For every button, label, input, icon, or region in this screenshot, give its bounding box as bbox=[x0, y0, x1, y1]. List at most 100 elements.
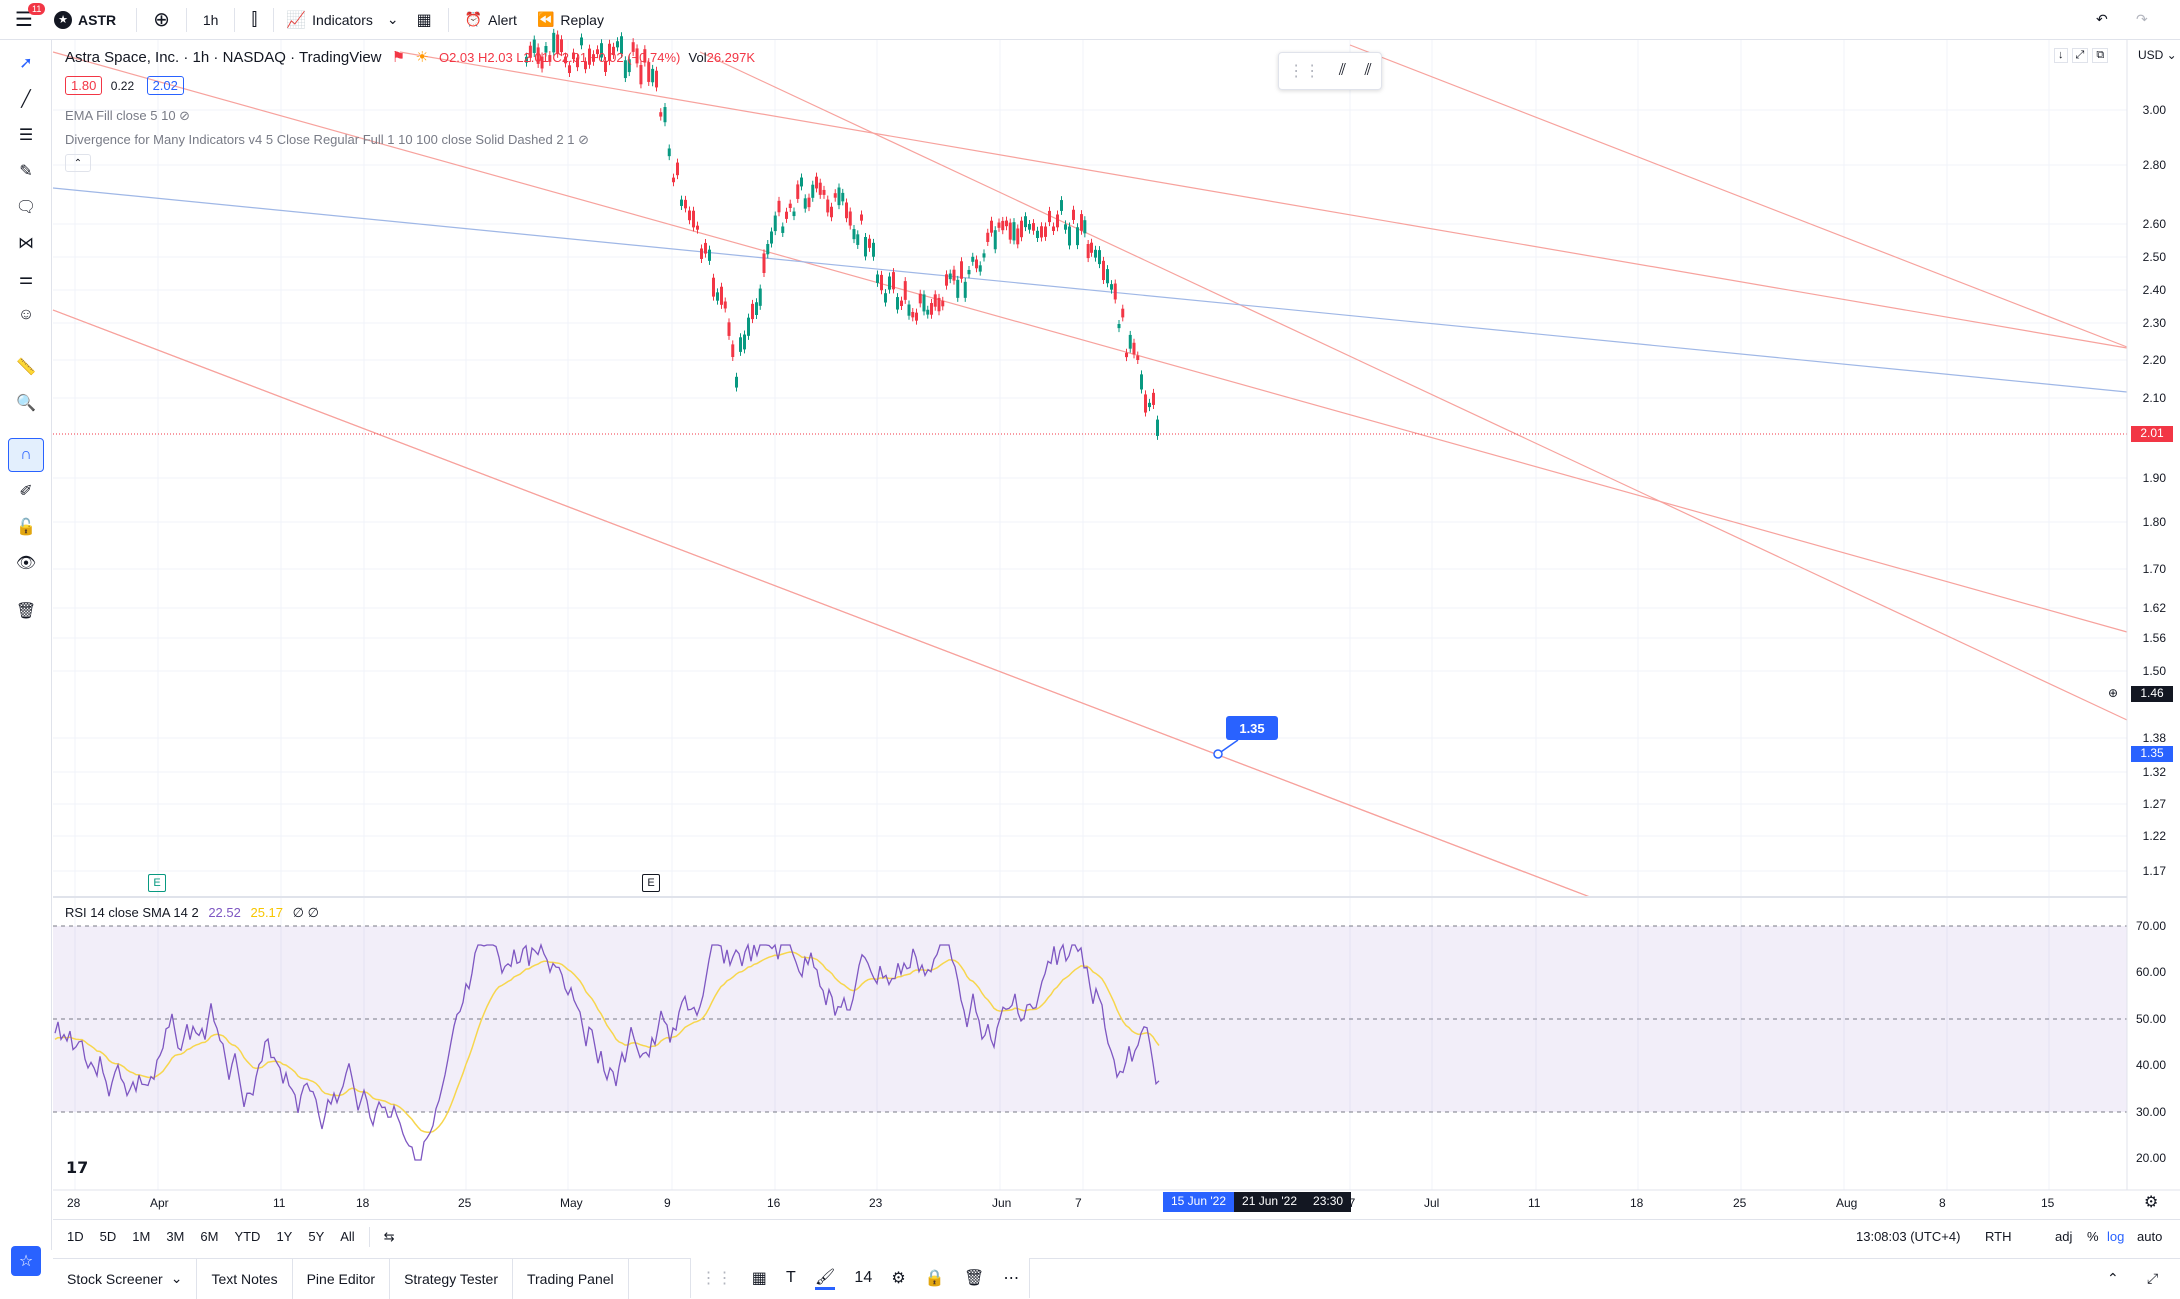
flag-icon: ⚑ bbox=[391, 49, 406, 66]
fill-color-icon[interactable]: 🖌 bbox=[814, 1267, 836, 1290]
candle-body bbox=[1110, 284, 1113, 290]
range-bar: 1D 5D 1M 3M 6M YTD 1Y 5Y All ⇆ 13:08:03 (UTC+4) … bbox=[53, 1219, 2180, 1253]
candle-body bbox=[1090, 242, 1093, 253]
chevron-down-icon: ⌄ bbox=[170, 1270, 183, 1286]
range-6m[interactable]: 6M bbox=[200, 1229, 218, 1244]
candle-body bbox=[993, 230, 997, 250]
earnings-event-marker[interactable]: E bbox=[148, 874, 166, 892]
range-all[interactable]: All bbox=[340, 1229, 354, 1244]
date-range-divider bbox=[368, 1226, 370, 1247]
move-down-icon[interactable]: ↓ bbox=[2054, 48, 2068, 63]
adj-button[interactable]: adj bbox=[2055, 1229, 2072, 1244]
lock-icon[interactable]: 🔒 bbox=[925, 1268, 945, 1288]
candle-body bbox=[616, 41, 619, 48]
time-tick: 11 bbox=[1528, 1196, 1541, 1210]
candle-body bbox=[1036, 230, 1039, 239]
session-button[interactable]: RTH bbox=[1985, 1229, 2011, 1244]
eye-off-icon[interactable]: ⊘ bbox=[179, 108, 190, 123]
time-tick: 7 bbox=[1075, 1196, 1082, 1210]
range-ytd[interactable]: YTD bbox=[234, 1229, 260, 1244]
goto-date-icon[interactable]: ⇆ bbox=[384, 1229, 395, 1245]
candle-body bbox=[880, 274, 883, 291]
candle-body bbox=[1060, 200, 1063, 211]
main-chart[interactable] bbox=[0, 0, 2180, 1298]
bid-badge[interactable]: 1.80 bbox=[65, 76, 103, 95]
rsi-legend[interactable]: RSI 14 close SMA 14 2 22.52 25.17 ∅ ∅ bbox=[65, 905, 319, 921]
candle-body bbox=[1064, 224, 1067, 230]
channel-settings-icon[interactable]: ⫽ bbox=[1339, 62, 1346, 80]
candle-body bbox=[845, 202, 848, 219]
maximize-panel-icon[interactable]: ⤢ bbox=[2147, 1270, 2158, 1287]
template-icon[interactable]: ▦ bbox=[752, 1268, 767, 1288]
candle-body bbox=[639, 65, 643, 85]
percent-button[interactable]: % bbox=[2087, 1229, 2099, 1244]
collapse-legend-button[interactable]: ⌃ bbox=[65, 154, 91, 172]
drag-handle-icon[interactable]: ⋮⋮ bbox=[701, 1268, 733, 1288]
time-tags: 15 Jun '22 21 Jun '22 23:30 bbox=[1163, 1192, 1352, 1212]
restore-icon[interactable]: ⧉ bbox=[2092, 48, 2109, 63]
indicator-divergence-label: Divergence for Many Indicators v4 5 Clos… bbox=[65, 132, 575, 147]
anchor-point[interactable] bbox=[1213, 749, 1223, 759]
tradingview-logo[interactable]: 𝟭𝟳 bbox=[66, 1158, 88, 1178]
candle-body bbox=[892, 272, 895, 290]
maximize-icon[interactable]: ⤢ bbox=[2071, 48, 2089, 63]
candle-body bbox=[1001, 220, 1005, 231]
candle-body bbox=[1032, 223, 1035, 231]
eye-off-icon[interactable]: ⊘ bbox=[578, 132, 589, 147]
price-label-drawing[interactable]: 1.35 bbox=[1226, 716, 1278, 740]
channel-style-icon[interactable]: ⫽ bbox=[1365, 62, 1372, 80]
drag-handle-icon[interactable]: ⋮⋮ bbox=[1288, 61, 1320, 81]
candle-body bbox=[1068, 226, 1071, 246]
text-icon[interactable]: T bbox=[786, 1269, 796, 1287]
collapse-panel-icon[interactable]: ⌃ bbox=[2107, 1270, 2119, 1287]
candle-body bbox=[837, 187, 841, 206]
tab-pine-editor[interactable]: Pine Editor bbox=[293, 1258, 391, 1299]
tab-text-notes[interactable]: Text Notes bbox=[197, 1258, 293, 1299]
time-tag-hour: 23:30 bbox=[1305, 1192, 1352, 1212]
log-button[interactable]: log bbox=[2107, 1229, 2124, 1244]
tab-strategy-tester[interactable]: Strategy Tester bbox=[390, 1258, 513, 1299]
candle-body bbox=[688, 210, 691, 221]
tab-label: Stock Screener bbox=[67, 1270, 163, 1287]
candle-body bbox=[926, 309, 930, 315]
candle-body bbox=[860, 214, 863, 221]
tab-stock-screener[interactable]: Stock Screener ⌄ bbox=[53, 1258, 198, 1299]
range-5y[interactable]: 5Y bbox=[308, 1229, 324, 1244]
drawing-floating-toolbar: ⋮⋮ ⫽ ⫽ bbox=[1278, 52, 1382, 90]
ohlc-values: O2.03 H2.03 L2.01 C2.01 −0.02 (−0.74%) bbox=[438, 50, 681, 65]
indicator-divergence[interactable]: Divergence for Many Indicators v4 5 Clos… bbox=[65, 132, 589, 148]
range-1d[interactable]: 1D bbox=[67, 1229, 84, 1244]
settings-gear-icon[interactable]: ⚙ bbox=[2144, 1192, 2158, 1212]
time-tag-cursor: 21 Jun '22 bbox=[1234, 1192, 1306, 1212]
candle-body bbox=[986, 232, 990, 242]
candle-body bbox=[822, 189, 826, 195]
currency-select[interactable]: USD ⌄ bbox=[2138, 48, 2177, 62]
range-3m[interactable]: 3M bbox=[166, 1229, 184, 1244]
candle-body bbox=[716, 292, 719, 301]
earnings-event-marker[interactable]: E bbox=[642, 874, 660, 892]
add-alert-icon[interactable]: ⊕ bbox=[2108, 686, 2118, 700]
more-icon[interactable]: ⋯ bbox=[1003, 1268, 1019, 1288]
candle-body bbox=[1156, 419, 1159, 436]
font-size-value[interactable]: 14 bbox=[854, 1269, 872, 1287]
clock[interactable]: 13:08:03 (UTC+4) bbox=[1856, 1229, 1960, 1244]
range-1y[interactable]: 1Y bbox=[276, 1229, 292, 1244]
indicator-ema-fill[interactable]: EMA Fill close 5 10 ⊘ bbox=[65, 108, 190, 124]
auto-button[interactable]: auto bbox=[2137, 1229, 2162, 1244]
range-5d[interactable]: 5D bbox=[100, 1229, 117, 1244]
candle-body bbox=[747, 317, 750, 336]
candle-body bbox=[739, 337, 742, 352]
candle-body bbox=[1080, 214, 1083, 231]
candle-body bbox=[818, 182, 822, 195]
candle-body bbox=[963, 281, 967, 298]
ask-badge[interactable]: 2.02 bbox=[146, 76, 184, 95]
price-tick: 2.40 bbox=[2142, 283, 2166, 297]
tab-trading-panel[interactable]: Trading Panel bbox=[513, 1258, 629, 1299]
range-1m[interactable]: 1M bbox=[132, 1229, 150, 1244]
candle-body bbox=[1072, 209, 1075, 220]
symbol-title[interactable]: Astra Space, Inc. · 1h · NASDAQ · Tradin… bbox=[65, 49, 382, 66]
time-tick: 15 bbox=[2041, 1196, 2055, 1210]
trash-icon[interactable]: 🗑 bbox=[964, 1268, 984, 1288]
settings-icon[interactable]: ⚙ bbox=[891, 1268, 905, 1288]
time-tick: 11 bbox=[273, 1196, 286, 1210]
